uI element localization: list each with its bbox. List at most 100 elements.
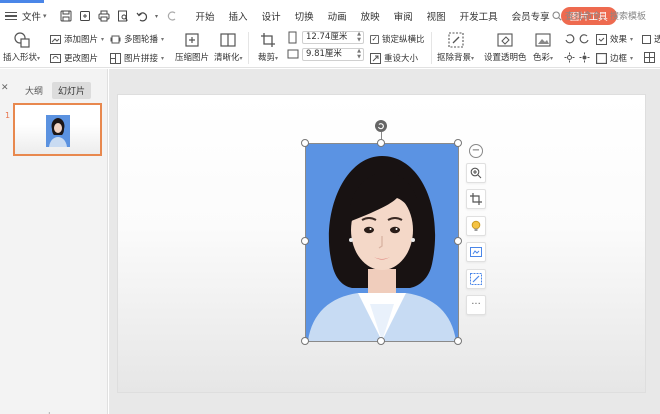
width-stepper[interactable]: ▲ ▼ <box>357 48 361 60</box>
color-button[interactable]: 色彩▾ <box>533 31 553 63</box>
resize-handle-right[interactable] <box>454 237 462 245</box>
image-ratio-button[interactable] <box>466 242 486 262</box>
tab-animation[interactable]: 动画 <box>321 9 354 23</box>
command-search[interactable]: 查找命令、搜索模板 <box>552 9 646 22</box>
panel-bottom-marker: · <box>48 409 51 414</box>
zoom-image-button[interactable] <box>466 163 486 183</box>
undo-dropdown-icon[interactable]: ▾ <box>154 9 160 23</box>
compress-image-button[interactable]: 压缩图片 <box>175 31 209 63</box>
effects-button[interactable]: 效果 ▾ <box>596 33 633 45</box>
undo-icon[interactable] <box>135 9 149 23</box>
contrast-icon[interactable] <box>579 52 590 66</box>
tab-member[interactable]: 会员专享 <box>505 9 557 23</box>
export-icon[interactable] <box>78 9 92 23</box>
tab-home[interactable]: 开始 <box>189 9 222 23</box>
tab-view[interactable]: 视图 <box>420 9 453 23</box>
crop-image-button[interactable] <box>466 189 486 209</box>
insert-shape-button[interactable]: 插入形状▾ <box>3 31 40 63</box>
crop-label: 裁剪 <box>258 53 276 63</box>
lock-aspect-ratio-checkbox[interactable]: ✓ 锁定纵横比 <box>370 33 425 45</box>
ribbon-divider <box>431 32 432 64</box>
print-preview-icon[interactable] <box>116 9 130 23</box>
change-image-button[interactable]: 更改图片 <box>50 52 98 64</box>
tab-design[interactable]: 设计 <box>255 9 288 23</box>
hamburger-menu-icon[interactable] <box>4 9 18 23</box>
rotate-right-icon[interactable] <box>579 33 590 47</box>
crop-button[interactable]: 裁剪▾ <box>258 31 278 63</box>
group-icon[interactable] <box>644 52 655 66</box>
resize-handle-top-right[interactable] <box>454 139 462 147</box>
change-image-label: 更改图片 <box>64 54 99 64</box>
width-input[interactable]: 9.81厘米 ▲ ▼ <box>302 48 364 61</box>
print-icon[interactable] <box>97 9 111 23</box>
quick-access-toolbar: ▾ <box>59 9 179 23</box>
brightness-icon[interactable] <box>564 52 575 66</box>
collage-icon <box>110 52 121 64</box>
height-icon <box>288 31 297 47</box>
rotate-handle-icon[interactable] <box>375 120 387 132</box>
sharpen-label: 清晰化 <box>214 53 240 63</box>
slide-navigator-panel: ✕ 大纲 幻灯片 1 · <box>0 69 108 414</box>
height-input[interactable]: 12.74厘米 ▲ ▼ <box>302 31 364 44</box>
effects-label: 效果 <box>610 35 628 45</box>
redo-icon[interactable] <box>165 9 179 23</box>
multi-carousel-label: 多图轮播 <box>124 35 159 45</box>
tab-outline[interactable]: 大纲 <box>19 82 49 99</box>
set-transparent-label: 设置透明色 <box>484 53 527 63</box>
carousel-icon <box>110 35 121 43</box>
set-transparent-color-button[interactable]: 设置透明色 <box>484 31 527 63</box>
selected-portrait-photo[interactable] <box>306 144 458 341</box>
ribbon-divider <box>248 32 249 64</box>
border-label: 边框 <box>610 54 628 64</box>
file-menu-chevron-icon[interactable]: ▾ <box>43 12 47 20</box>
resize-handle-bottom[interactable] <box>377 337 385 345</box>
close-panel-icon[interactable]: ✕ <box>1 83 9 93</box>
smart-beautify-button[interactable] <box>466 216 486 236</box>
collapse-toolbar-icon[interactable]: − <box>469 144 483 158</box>
tab-developer[interactable]: 开发工具 <box>453 9 505 23</box>
insert-shape-label: 插入形状 <box>3 53 38 63</box>
reset-size-icon <box>370 52 381 64</box>
reset-size-label: 重设大小 <box>384 54 419 64</box>
slide-number: 1 <box>5 111 11 120</box>
border-button[interactable]: 边框 ▾ <box>596 52 633 64</box>
rotate-left-icon[interactable] <box>564 33 575 47</box>
effects-icon <box>596 33 607 45</box>
remove-background-icon <box>447 31 465 49</box>
color-icon <box>534 31 552 49</box>
save-icon[interactable] <box>59 9 73 23</box>
picture-tools-ribbon: 插入形状▾ 添加图片 ▾ 更改图片 多图轮播 ▾ 图片拼接 ▾ 压缩图片 清晰化… <box>0 28 660 68</box>
resize-handle-top[interactable] <box>377 139 385 147</box>
slide-thumbnail[interactable] <box>13 103 102 156</box>
tab-slideshow[interactable]: 放映 <box>354 9 387 23</box>
multi-image-carousel-button[interactable]: 多图轮播 ▾ <box>110 33 164 45</box>
search-placeholder: 查找命令、搜索模板 <box>565 12 647 22</box>
transparency-button[interactable]: 透 <box>642 33 660 45</box>
tab-insert[interactable]: 插入 <box>222 9 255 23</box>
tab-transition[interactable]: 切换 <box>288 9 321 23</box>
reset-size-button[interactable]: 重设大小 <box>370 52 418 64</box>
height-stepper[interactable]: ▲ ▼ <box>357 31 361 43</box>
image-collage-button[interactable]: 图片拼接 ▾ <box>110 52 164 64</box>
compress-icon <box>183 31 201 49</box>
add-image-icon <box>50 34 61 44</box>
add-image-button[interactable]: 添加图片 ▾ <box>50 33 104 45</box>
resize-handle-left[interactable] <box>301 237 309 245</box>
tab-review[interactable]: 审阅 <box>387 9 420 23</box>
file-menu[interactable]: 文件 <box>22 9 41 23</box>
zoom-icon <box>470 167 482 179</box>
more-options-button[interactable]: ··· <box>466 295 486 315</box>
tab-slides[interactable]: 幻灯片 <box>52 82 92 99</box>
image-edit-button[interactable] <box>466 269 486 289</box>
remove-background-label: 抠除背景 <box>437 53 472 63</box>
resize-handle-top-left[interactable] <box>301 139 309 147</box>
transparent-color-icon <box>496 31 514 49</box>
checkbox-checked-icon: ✓ <box>370 34 379 44</box>
resize-handle-bottom-right[interactable] <box>454 337 462 345</box>
crop-icon <box>470 193 482 205</box>
remove-background-button[interactable]: 抠除背景▾ <box>437 31 474 63</box>
color-label: 色彩 <box>533 53 551 63</box>
resize-handle-bottom-left[interactable] <box>301 337 309 345</box>
sharpen-button[interactable]: 清晰化▾ <box>214 31 243 63</box>
width-icon <box>287 49 299 62</box>
